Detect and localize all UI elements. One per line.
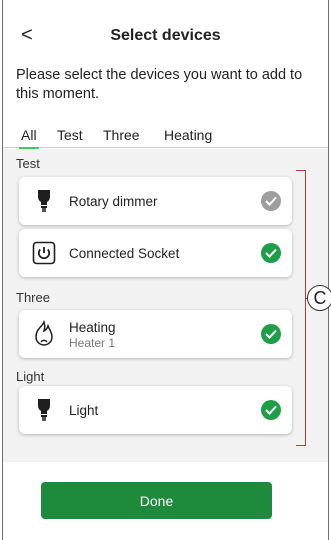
socket-icon [31, 239, 57, 267]
section-label-three: Three [16, 290, 50, 305]
device-card-heating[interactable]: Heating Heater 1 [19, 310, 292, 358]
device-name: Heating [69, 320, 116, 335]
check-icon[interactable] [261, 324, 281, 344]
device-name: Connected Socket [69, 246, 180, 261]
check-icon[interactable] [261, 191, 281, 211]
tab-three[interactable]: Three [103, 127, 140, 146]
tab-test[interactable]: Test [57, 127, 83, 146]
device-subtitle: Heater 1 [69, 336, 116, 350]
app-frame: < Select devices Please select the devic… [2, 0, 329, 540]
check-icon[interactable] [261, 243, 281, 263]
check-icon[interactable] [261, 400, 281, 420]
done-button[interactable]: Done [41, 482, 272, 519]
filter-tabs: All Test Three Heating [3, 124, 328, 150]
bulb-icon [31, 396, 57, 424]
device-card-rotary-dimmer[interactable]: Rotary dimmer [19, 177, 292, 225]
device-list: Test Rotary dimmer Connected Socket Thre… [3, 149, 328, 462]
section-label-light: Light [16, 369, 45, 384]
device-name: Rotary dimmer [69, 194, 158, 209]
callout-bracket [296, 170, 306, 446]
device-name: Light [69, 403, 99, 418]
header: < Select devices [3, 0, 328, 70]
page-title: Select devices [110, 27, 221, 44]
callout-badge: C [307, 285, 331, 311]
tab-all[interactable]: All [19, 127, 39, 150]
tab-heating[interactable]: Heating [164, 127, 212, 146]
flame-icon [31, 320, 57, 348]
section-label-test: Test [16, 156, 40, 171]
device-card-light[interactable]: Light [19, 386, 292, 434]
device-card-connected-socket[interactable]: Connected Socket [19, 229, 292, 277]
instruction-text: Please select the devices you want to ad… [16, 67, 303, 102]
bulb-icon [31, 187, 57, 215]
